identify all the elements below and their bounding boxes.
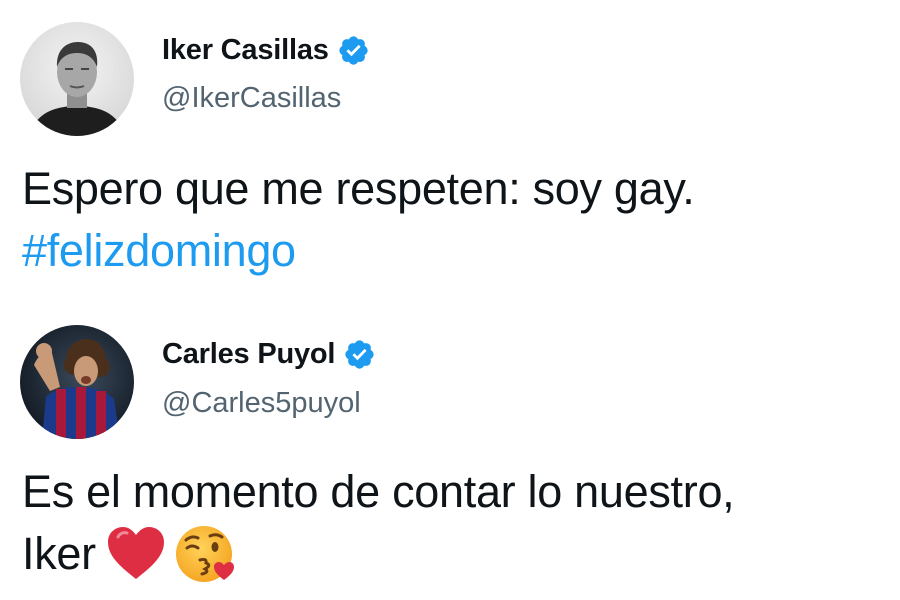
handle[interactable]: @Carles5puyol [162, 385, 361, 421]
tweet-text: Es el momento de contar lo nuestro, Iker [22, 461, 882, 588]
tweet-text-line-2: Iker [22, 523, 882, 588]
display-name[interactable]: Iker Casillas [162, 32, 329, 68]
face-blowing-kiss-icon [175, 526, 234, 583]
avatar[interactable] [20, 22, 134, 136]
author-name-row: Iker Casillas [162, 32, 370, 68]
hashtag-link[interactable]: #felizdomingo [22, 220, 882, 282]
tweet-text-word: Iker [22, 528, 96, 579]
handle[interactable]: @IkerCasillas [162, 80, 341, 116]
author-name-row: Carles Puyol [162, 336, 376, 372]
tweet-text-line: Es el momento de contar lo nuestro, [22, 466, 735, 517]
red-heart-icon [107, 527, 164, 580]
avatar-photo-icon [20, 325, 134, 439]
tweet-text: Espero que me respeten: soy gay. #felizd… [22, 158, 882, 282]
tweet-text-line: Espero que me respeten: soy gay. [22, 163, 695, 214]
avatar[interactable] [20, 325, 134, 439]
verified-badge-icon [339, 35, 368, 65]
avatar-photo-icon [20, 22, 134, 136]
display-name[interactable]: Carles Puyol [162, 336, 335, 372]
verified-badge-icon [345, 339, 374, 369]
